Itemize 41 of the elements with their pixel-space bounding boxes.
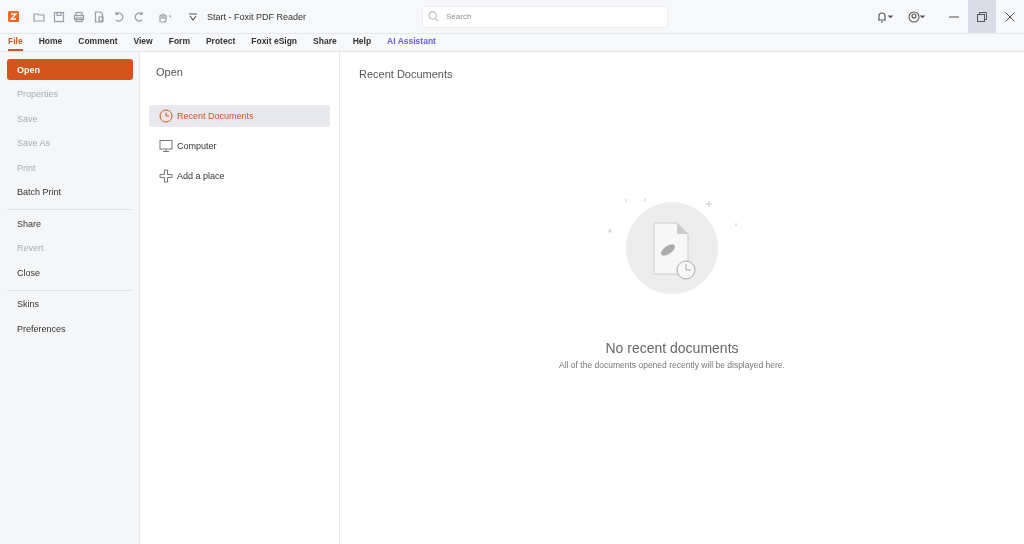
close-icon xyxy=(1004,10,1016,23)
place-item[interactable]: Computer xyxy=(149,135,330,157)
place-item[interactable]: Add a place xyxy=(149,165,330,187)
ribbon-tab[interactable]: Protect xyxy=(205,36,236,51)
ribbon-tab[interactable]: Comment xyxy=(78,36,118,51)
document-icon[interactable] xyxy=(93,10,105,23)
menu-item[interactable]: Preferences xyxy=(7,318,133,339)
menu-item[interactable]: Close xyxy=(7,262,133,283)
menu-item[interactable]: Skins xyxy=(7,293,133,315)
save-icon[interactable] xyxy=(53,10,65,23)
search-icon xyxy=(428,10,440,22)
bell-icon[interactable] xyxy=(876,10,894,23)
ribbon-tab[interactable]: Form xyxy=(168,36,190,51)
ribbon-tab[interactable]: Share xyxy=(313,36,337,51)
restore-button[interactable] xyxy=(968,0,996,33)
plus-icon xyxy=(159,169,173,183)
clock-icon xyxy=(159,109,173,123)
redo-icon[interactable] xyxy=(133,10,145,23)
menu-item[interactable]: Open xyxy=(7,59,133,80)
ribbon-tab[interactable]: Foxit eSign xyxy=(251,36,298,51)
restore-icon xyxy=(976,10,988,23)
window-title: Start - Foxit PDF Reader xyxy=(207,11,307,22)
place-item[interactable]: Recent Documents xyxy=(149,105,330,127)
ribbon-tab[interactable]: AI Assistant xyxy=(387,36,436,51)
section-title: Recent Documents xyxy=(359,68,454,80)
folder-icon[interactable] xyxy=(33,10,45,23)
empty-title: No recent documents xyxy=(605,340,739,356)
account-icon[interactable] xyxy=(908,10,926,23)
dropdown-icon[interactable] xyxy=(187,10,199,23)
app-logo[interactable] xyxy=(8,11,19,22)
panel-title: Open xyxy=(156,66,184,78)
ribbon-tab[interactable]: View xyxy=(133,36,153,51)
undo-icon[interactable] xyxy=(113,10,125,23)
menu-item[interactable]: Batch Print xyxy=(7,181,133,203)
ribbon-tab[interactable]: Home xyxy=(38,36,63,51)
print-icon[interactable] xyxy=(73,10,85,23)
monitor-icon xyxy=(159,139,173,153)
search-field[interactable]: Search xyxy=(422,5,669,28)
empty-message: All of the documents opened recently will be displayed here. xyxy=(559,360,785,370)
menu-item[interactable]: Share xyxy=(7,213,133,234)
ribbon-tab[interactable]: Help xyxy=(352,36,372,51)
